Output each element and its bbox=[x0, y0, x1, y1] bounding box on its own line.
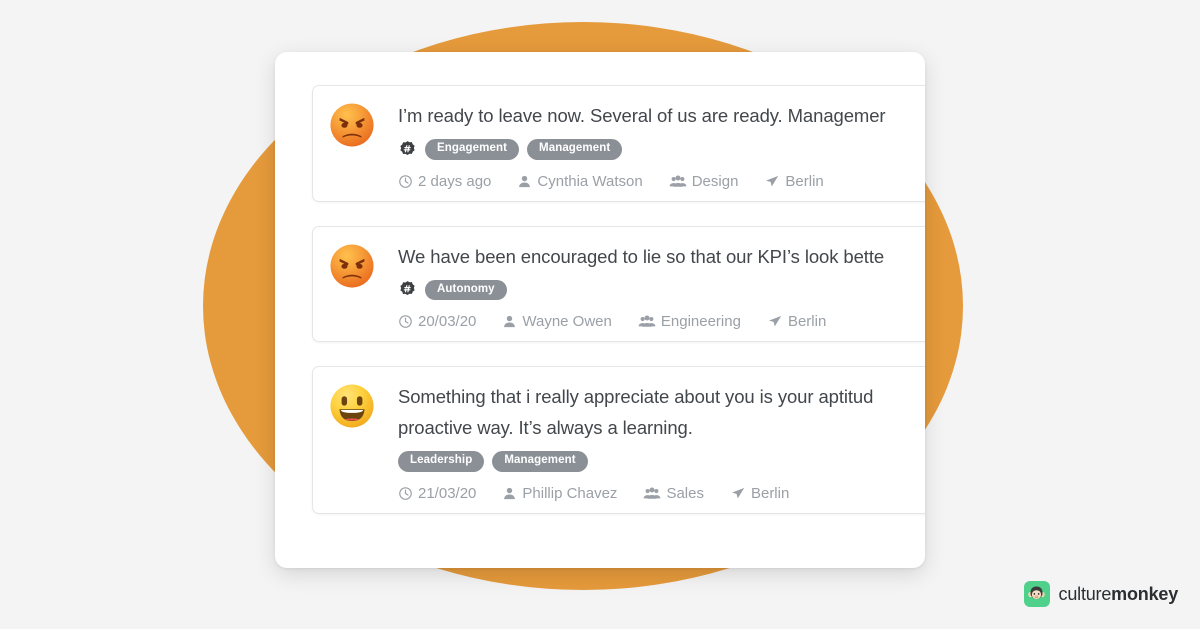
meta-person-label: Phillip Chavez bbox=[522, 484, 618, 502]
meta-team-label: Sales bbox=[666, 484, 704, 502]
meta-person: Phillip Chavez bbox=[502, 486, 617, 501]
clock-icon bbox=[399, 315, 412, 328]
meta-person: Wayne Owen bbox=[502, 313, 612, 330]
meta-time-label: 20/03/20 bbox=[418, 313, 477, 330]
clock-icon bbox=[399, 486, 412, 500]
hash-badge-icon bbox=[400, 140, 415, 155]
brand-logo: culturemonkey bbox=[1023, 581, 1179, 607]
meta-location-label: Berlin bbox=[750, 484, 790, 502]
card-body: We have been encouraged to lie so that o… bbox=[398, 241, 925, 330]
meta-location: Berlin bbox=[764, 172, 824, 190]
clock-icon bbox=[399, 174, 412, 188]
meta-team-label: Design bbox=[691, 172, 739, 190]
feedback-message: Something that i really appreciate about… bbox=[398, 386, 874, 438]
meta-time: 20/03/20 bbox=[398, 314, 476, 329]
meta-row: 21/03/20 Phillip Chavez Sales Berlin bbox=[398, 486, 925, 501]
list-item[interactable]: Something that i really appreciate about… bbox=[312, 366, 925, 514]
feedback-feed-list: I’m ready to leave now. Several of us ar… bbox=[312, 85, 925, 514]
brand-wordmark: culturemonkey bbox=[1058, 584, 1179, 604]
brand-name-light: culture bbox=[1058, 584, 1112, 604]
brand-name-bold: monkey bbox=[1111, 584, 1178, 604]
meta-team: Engineering bbox=[638, 314, 741, 329]
tag-chip[interactable]: Autonomy bbox=[425, 279, 507, 300]
meta-time-label: 2 days ago bbox=[418, 172, 492, 190]
send-location-icon bbox=[768, 315, 782, 327]
send-location-icon bbox=[766, 175, 779, 186]
tag-chip[interactable]: Management bbox=[527, 139, 623, 160]
feedback-message: I’m ready to leave now. Several of us ar… bbox=[398, 105, 886, 126]
users-group-icon bbox=[644, 487, 661, 499]
angry-face-emoji bbox=[329, 243, 375, 289]
meta-person-label: Wayne Owen bbox=[522, 313, 612, 330]
angry-face-emoji bbox=[329, 102, 375, 148]
card-body: I’m ready to leave now. Several of us ar… bbox=[398, 100, 925, 189]
meta-time-label: 21/03/20 bbox=[418, 484, 477, 502]
tag-chip[interactable]: Leadership bbox=[398, 451, 485, 472]
user-icon bbox=[504, 487, 516, 499]
meta-location-label: Berlin bbox=[787, 313, 827, 330]
meta-location-label: Berlin bbox=[785, 172, 824, 190]
meta-row: 2 days ago Cynthia Watson Design Berlin bbox=[398, 174, 925, 189]
meta-team-label: Engineering bbox=[660, 313, 741, 330]
meta-row: 20/03/20 Wayne Owen Engineering Berlin bbox=[398, 314, 925, 329]
list-item[interactable]: I’m ready to leave now. Several of us ar… bbox=[312, 85, 925, 202]
user-icon bbox=[504, 315, 516, 328]
tag-row: Leadership Management bbox=[398, 451, 925, 472]
grinning-face-emoji bbox=[329, 383, 375, 429]
list-item[interactable]: We have been encouraged to lie so that o… bbox=[312, 225, 925, 342]
meta-team: Design bbox=[669, 172, 739, 190]
user-icon bbox=[519, 175, 531, 187]
feed-panel: I’m ready to leave now. Several of us ar… bbox=[275, 52, 925, 568]
send-location-icon bbox=[731, 487, 745, 498]
meta-person: Cynthia Watson bbox=[517, 172, 643, 190]
tag-chip[interactable]: Management bbox=[492, 451, 588, 472]
meta-location: Berlin bbox=[767, 314, 826, 329]
users-group-icon bbox=[638, 315, 656, 327]
card-body: Something that i really appreciate about… bbox=[398, 381, 925, 501]
monkey-face-icon bbox=[1023, 581, 1050, 607]
meta-time: 21/03/20 bbox=[398, 486, 476, 501]
hash-badge-icon bbox=[400, 281, 415, 296]
tag-row: Engagement Management bbox=[398, 139, 925, 160]
tag-chip[interactable]: Engagement bbox=[425, 139, 520, 160]
meta-location: Berlin bbox=[730, 486, 789, 501]
meta-time: 2 days ago bbox=[398, 174, 491, 189]
feedback-message: We have been encouraged to lie so that o… bbox=[398, 245, 885, 267]
meta-person-label: Cynthia Watson bbox=[537, 172, 643, 190]
tag-row: Autonomy bbox=[398, 279, 925, 300]
users-group-icon bbox=[669, 175, 687, 187]
meta-team: Sales bbox=[643, 486, 704, 501]
